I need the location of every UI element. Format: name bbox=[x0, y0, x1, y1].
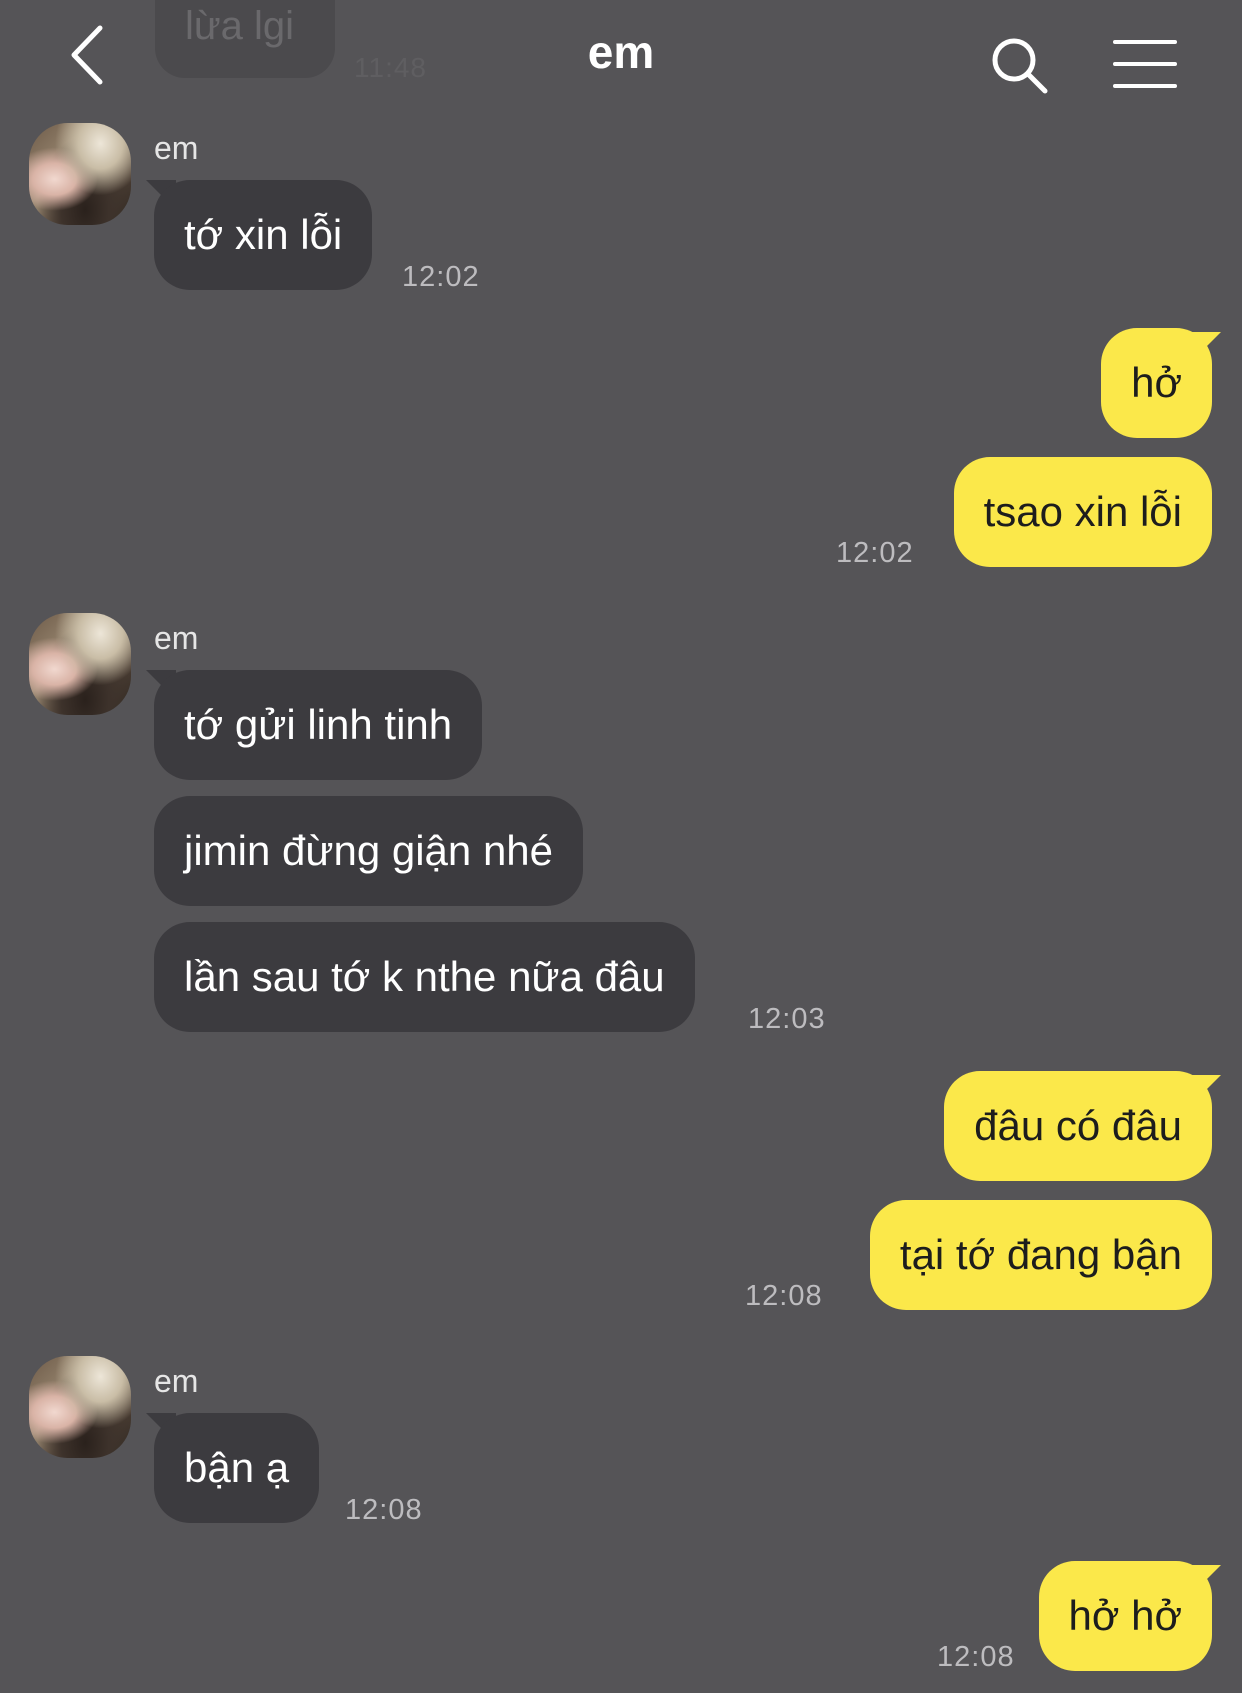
message-bubble-outgoing[interactable]: hở hở bbox=[1038, 1561, 1212, 1671]
message-time: 12:02 bbox=[836, 537, 914, 569]
message-text: đâu có đâu bbox=[974, 1102, 1182, 1149]
message-bubble-incoming[interactable]: lần sau tớ k nthe nữa đâu bbox=[154, 922, 695, 1032]
message-text: bận ạ bbox=[184, 1444, 290, 1491]
message-text: hở hở bbox=[1068, 1592, 1182, 1639]
message-text: tsao xin lỗi bbox=[983, 488, 1182, 535]
message-time: 12:08 bbox=[345, 1494, 423, 1526]
message-bubble-incoming[interactable]: bận ạ bbox=[154, 1413, 320, 1523]
message-bubble-outgoing[interactable]: tsao xin lỗi bbox=[953, 457, 1212, 567]
message-text: tớ xin lỗi bbox=[184, 211, 343, 258]
message-text: tại tớ đang bận bbox=[899, 1231, 1182, 1278]
sender-name: em bbox=[154, 620, 199, 656]
message-bubble-outgoing[interactable]: đâu có đâu bbox=[944, 1071, 1212, 1181]
search-icon[interactable] bbox=[990, 36, 1050, 96]
sender-name: em bbox=[154, 130, 199, 166]
sender-name: em bbox=[154, 1363, 199, 1399]
message-text: tớ gửi linh tinh bbox=[184, 701, 453, 748]
chat-title: em bbox=[587, 26, 655, 78]
message-time: 12:02 bbox=[402, 261, 480, 293]
message-bubble-outgoing[interactable]: hở bbox=[1101, 328, 1212, 438]
avatar[interactable] bbox=[29, 123, 131, 225]
message-bubble-outgoing[interactable]: tại tớ đang bận bbox=[869, 1200, 1212, 1310]
message-time: 12:08 bbox=[745, 1280, 823, 1312]
message-time: 12:03 bbox=[748, 1003, 826, 1035]
avatar[interactable] bbox=[29, 613, 131, 715]
message-text: hở bbox=[1131, 359, 1182, 406]
avatar[interactable] bbox=[29, 1356, 131, 1458]
hamburger-menu-icon[interactable] bbox=[1112, 38, 1178, 90]
message-bubble-incoming[interactable]: tớ gửi linh tinh bbox=[154, 670, 483, 780]
message-text: lần sau tớ k nthe nữa đâu bbox=[184, 953, 665, 1000]
message-bubble-incoming[interactable]: jimin đừng giận nhé bbox=[154, 796, 584, 906]
message-text: jimin đừng giận nhé bbox=[184, 827, 554, 874]
message-bubble-incoming[interactable]: tớ xin lỗi bbox=[154, 180, 373, 290]
message-time: 12:08 bbox=[937, 1641, 1015, 1673]
